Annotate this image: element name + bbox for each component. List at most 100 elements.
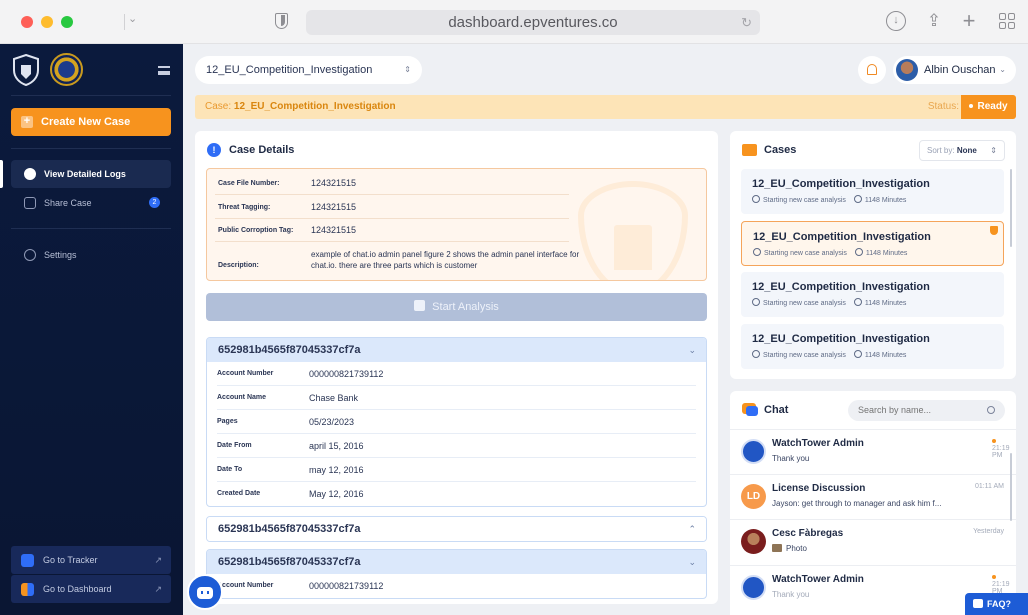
case-meta: Starting new case analysis 1148 Minutes [753, 248, 1003, 257]
go-to-tracker-link[interactable]: Go to Tracker ↗ [11, 546, 171, 574]
account-label: Account Name [217, 394, 267, 401]
photo-icon [772, 544, 782, 552]
detail-label: Threat Tagging: [218, 204, 271, 211]
reload-icon[interactable]: ↻ [741, 10, 752, 35]
account-accordion-header[interactable]: 652981b4565f87045337cf7a ⌄ [207, 550, 706, 574]
detail-value: 124321515 [311, 225, 357, 235]
hamburger-menu-icon[interactable] [158, 66, 170, 75]
sidebar-item-settings[interactable]: Settings [11, 241, 171, 269]
sort-value: None [956, 146, 977, 155]
clock-icon [752, 195, 760, 203]
case-status-bar: Case: 12_EU_Competition_Investigation St… [195, 95, 1016, 119]
chat-preview: Thank you [772, 454, 810, 463]
chevron-down-icon: ⌄ [688, 345, 696, 355]
minimize-window-button[interactable] [41, 16, 53, 28]
chat-sender: Cesc Fàbregas [772, 528, 844, 539]
sidebar-item-share-case[interactable]: Share Case 2 [11, 189, 171, 217]
tab-overview-icon[interactable] [997, 11, 1017, 31]
chevron-down-icon[interactable]: ⌄ [128, 12, 137, 25]
url-text: dashboard.epventures.co [448, 14, 618, 31]
case-select-dropdown[interactable]: 12_EU_Competition_Investigation ⇕ [195, 56, 422, 84]
case-minutes: 1148 Minutes [864, 300, 907, 307]
current-case-name: 12_EU_Competition_Investigation [233, 101, 396, 112]
close-window-button[interactable] [21, 16, 33, 28]
go-to-dashboard-link[interactable]: Go to Dashboard ↗ [11, 575, 171, 603]
faq-button[interactable]: FAQ? [965, 593, 1028, 615]
account-row: Date To may 12, 2016 [217, 458, 696, 482]
plus-icon: + [21, 116, 33, 128]
case-details-panel: ! Case Details Case File Number: 1243215… [195, 131, 718, 604]
faq-label: FAQ? [987, 599, 1011, 609]
chevron-up-icon: ⌃ [688, 524, 696, 534]
status-label: Status: [927, 101, 959, 112]
case-details-title: Case Details [229, 144, 295, 156]
chat-search-input[interactable] [848, 400, 1005, 421]
avatar [741, 529, 766, 554]
case-details-box: Case File Number: 124321515 Threat Taggi… [206, 168, 707, 281]
detail-label: Description: [218, 262, 259, 269]
sidebar: + Create New Case View Detailed Logs Sha… [0, 44, 183, 615]
chat-time: 01:11 AM [974, 483, 1004, 490]
chat-message[interactable]: Cesc Fàbregas Photo Yesterday [730, 519, 1016, 564]
case-card[interactable]: 12_EU_Competition_Investigation Starting… [741, 169, 1004, 214]
account-label: Date From [217, 442, 252, 449]
chat-time: 21:19 PM [992, 438, 1010, 459]
sort-dropdown[interactable]: Sort by: None ⇕ [919, 140, 1005, 161]
sidebar-divider [11, 148, 171, 149]
notifications-button[interactable] [858, 56, 886, 84]
start-analysis-label: Start Analysis [432, 301, 499, 313]
avatar [741, 439, 766, 464]
detail-value: example of chat.io admin panel figure 2 … [311, 250, 580, 270]
case-card[interactable]: 12_EU_Competition_Investigation Starting… [741, 324, 1004, 369]
chat-preview: Thank you [772, 590, 810, 599]
account-label: Pages [217, 418, 238, 425]
account-value: May 12, 2016 [309, 489, 364, 499]
create-new-case-button[interactable]: + Create New Case [11, 108, 171, 136]
case-card[interactable]: 12_EU_Competition_Investigation Starting… [741, 272, 1004, 317]
account-accordion: 652981b4565f87045337cf7a ⌃ [206, 516, 707, 542]
start-analysis-button[interactable]: Start Analysis [206, 293, 707, 321]
case-card-selected[interactable]: 12_EU_Competition_Investigation Starting… [741, 221, 1004, 266]
account-row: Pages 05/23/2023 [217, 410, 696, 434]
chat-preview: Photo [772, 544, 807, 553]
account-id: 652981b4565f87045337cf7a [218, 344, 361, 356]
scrollbar[interactable] [1010, 169, 1012, 247]
case-meta: Starting new case analysis 1148 Minutes [752, 195, 1004, 204]
case-status: Starting new case analysis [763, 197, 846, 204]
address-bar[interactable]: dashboard.epventures.co ↻ [306, 10, 760, 35]
account-accordion-header[interactable]: 652981b4565f87045337cf7a ⌃ [207, 517, 706, 541]
detail-row: Case File Number: 124321515 [215, 172, 569, 195]
scrollbar[interactable] [1010, 453, 1012, 521]
avatar [741, 575, 766, 600]
account-value: 05/23/2023 [309, 417, 355, 427]
chat-message[interactable]: LD License Discussion Jayson: get throug… [730, 474, 1016, 519]
clock-icon [752, 350, 760, 358]
share-icon[interactable]: ⇪ [924, 11, 944, 31]
chat-message[interactable]: WatchTower Admin Thank you 21:19 PM [730, 429, 1016, 474]
account-accordion: 652981b4565f87045337cf7a ⌄ Account Numbe… [206, 549, 707, 599]
sidebar-item-view-detailed-logs[interactable]: View Detailed Logs [11, 160, 171, 188]
account-label: Account Number [217, 370, 274, 377]
clock-icon [854, 248, 863, 256]
folder-icon [742, 144, 757, 156]
download-icon[interactable]: ↓ [886, 11, 906, 31]
avatar [896, 59, 918, 81]
status-badge: Ready [961, 95, 1016, 119]
maximize-window-button[interactable] [61, 16, 73, 28]
chat-title: Chat [764, 404, 789, 416]
account-row: Created Date May 12, 2016 [217, 482, 696, 506]
clock-icon [853, 195, 862, 203]
user-menu[interactable]: Albin Ouschan ⌄ [893, 56, 1016, 84]
sort-label: Sort by: [927, 146, 955, 155]
assistant-bot-icon[interactable] [187, 574, 223, 610]
account-value: 000000821739112 [309, 581, 384, 591]
privacy-shield-icon[interactable] [275, 13, 288, 29]
detail-row: Public Corroption Tag: 124321515 [215, 219, 569, 242]
detail-value: 124321515 [311, 178, 357, 188]
account-row: Account Name Chase Bank [217, 386, 696, 410]
cases-panel: Cases Sort by: None ⇕ 12_EU_Competition_… [730, 131, 1016, 379]
case-meta: Starting new case analysis 1148 Minutes [752, 298, 1004, 307]
account-accordion-header[interactable]: 652981b4565f87045337cf7a ⌄ [207, 338, 706, 362]
new-tab-icon[interactable]: + [959, 10, 979, 32]
search-icon[interactable] [987, 406, 995, 414]
